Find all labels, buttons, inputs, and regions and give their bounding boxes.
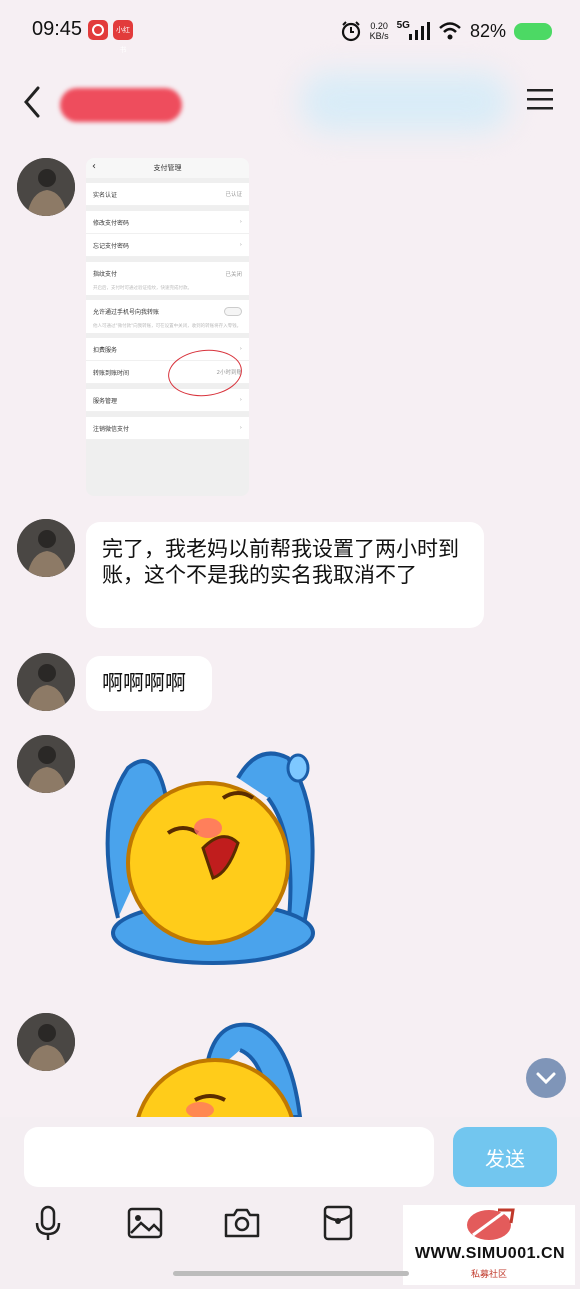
shot-row-forgot-pwd: 忘记支付密码 › [86, 234, 249, 257]
xiaohongshu-icon: 小红书 [113, 20, 133, 54]
network-type: 5G [396, 19, 410, 31]
message-bubble[interactable]: 完了，我老妈以前帮我设置了两小时到账，这个不是我的实名我取消不了 [86, 522, 484, 628]
shot-row-phone-transfer: 允许通过手机号向我转账 [86, 300, 249, 323]
status-time: 09:45 [32, 18, 83, 40]
red-packet-icon [323, 1205, 353, 1241]
chevron-left-icon: ‹ [92, 161, 96, 172]
back-button[interactable] [18, 82, 48, 122]
shot-row-cancel-pay: 注销微信支付 › [86, 417, 249, 440]
avatar[interactable] [17, 653, 75, 711]
crying-emoji-sticker[interactable] [100, 1020, 320, 1117]
shot-row-realname: 实名认证 已认证 [86, 183, 249, 206]
contact-name-redacted [60, 88, 182, 122]
net-speed: 0.20 KB/s [369, 21, 389, 41]
image-button[interactable] [125, 1203, 165, 1243]
menu-button[interactable] [524, 84, 556, 114]
hamburger-menu-icon [527, 89, 553, 110]
status-bar: 09:45 小红书 0.20 KB/s 5G 82% [0, 0, 580, 62]
watermark-text: WWW.SIMU001.CN [414, 1245, 566, 1262]
chevron-down-icon [536, 1072, 556, 1085]
watermark-subtext: 私募社区 [470, 1270, 507, 1280]
battery-percent: 82% [469, 20, 506, 41]
chevron-left-icon [24, 86, 40, 118]
shot-row-fingerprint: 指纹支付 已关闭 [93, 271, 242, 278]
avatar[interactable] [17, 519, 75, 577]
signal-icon [408, 22, 430, 40]
crying-emoji-sticker[interactable] [88, 738, 328, 978]
red-packet-button[interactable] [318, 1203, 358, 1243]
toggle-icon [224, 307, 242, 316]
shot-title: ‹ 支付管理 [86, 158, 249, 178]
netease-music-icon [88, 20, 108, 40]
blurred-region [300, 72, 510, 132]
avatar[interactable] [17, 1013, 75, 1071]
alarm-icon [341, 21, 360, 42]
wifi-icon [439, 22, 461, 40]
send-button[interactable]: 发送 [453, 1127, 557, 1187]
message-bubble[interactable]: 啊啊啊啊 [86, 656, 212, 711]
message-input[interactable] [24, 1127, 434, 1187]
voice-button[interactable] [28, 1203, 68, 1243]
logo-icon [467, 1208, 515, 1240]
camera-button[interactable] [222, 1203, 262, 1243]
avatar[interactable] [17, 158, 75, 216]
battery-icon [514, 22, 552, 40]
camera-icon [224, 1208, 260, 1238]
microphone-icon [35, 1205, 61, 1240]
image-icon [127, 1207, 163, 1239]
chat-header [0, 62, 580, 142]
home-indicator[interactable] [173, 1271, 409, 1276]
shot-row-change-pwd: 修改支付密码 › [86, 211, 249, 234]
watermark-logo: WWW.SIMU001.CN 私募社区 [403, 1205, 575, 1285]
image-message-payment-settings[interactable]: ‹ 支付管理 实名认证 已认证 修改支付密码 › 忘记支付密码 › 指纹支付 已关闭… [86, 158, 249, 496]
shot-row-service-manage: 服务管理 › [86, 389, 249, 412]
avatar[interactable] [17, 735, 75, 793]
scroll-to-bottom-button[interactable] [526, 1058, 566, 1098]
